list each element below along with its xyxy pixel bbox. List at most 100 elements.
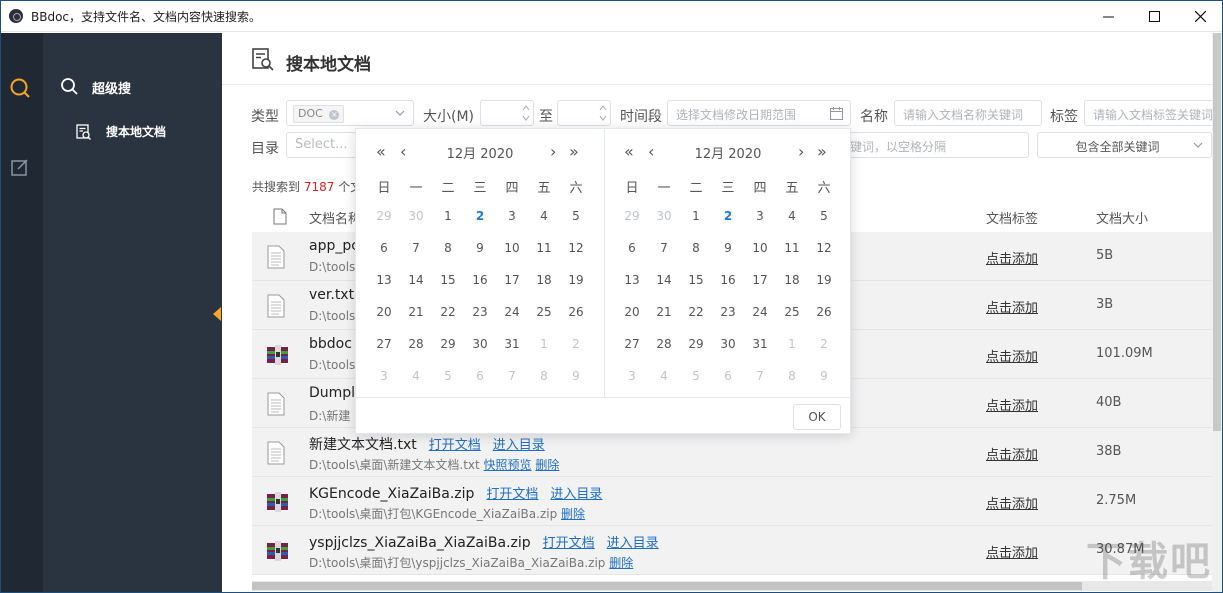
delete-link[interactable]: 删除	[535, 458, 559, 472]
vertical-scrollbar[interactable]	[1212, 33, 1222, 592]
stepper-icon[interactable]	[599, 104, 607, 122]
calendar-day[interactable]: 29	[680, 337, 712, 351]
calendar-day[interactable]: 7	[744, 369, 776, 383]
calendar-day[interactable]: 3	[744, 209, 776, 223]
open-document-link[interactable]: 打开文档	[543, 536, 595, 551]
calendar-day[interactable]: 19	[808, 273, 840, 287]
calendar-day[interactable]: 2	[464, 209, 496, 223]
calendar-day[interactable]: 5	[432, 369, 464, 383]
calendar-day[interactable]: 9	[464, 241, 496, 255]
stepper-icon[interactable]	[522, 104, 530, 122]
calendar-day[interactable]: 11	[528, 241, 560, 255]
calendar-day[interactable]: 1	[680, 209, 712, 223]
calendar-day[interactable]: 5	[560, 209, 592, 223]
calendar-day[interactable]: 15	[432, 273, 464, 287]
size-max-input[interactable]	[557, 100, 611, 126]
calendar-day[interactable]: 25	[528, 305, 560, 319]
name-input[interactable]: 请输入文档名称关键词	[894, 100, 1042, 126]
calendar-day[interactable]: 8	[776, 369, 808, 383]
calendar-day[interactable]: 28	[648, 337, 680, 351]
calendar-day[interactable]: 30	[464, 337, 496, 351]
calendar-day[interactable]: 7	[400, 241, 432, 255]
open-document-link[interactable]: 打开文档	[429, 438, 481, 453]
next-year-button[interactable]: »	[569, 142, 579, 161]
calendar-day[interactable]: 31	[744, 337, 776, 351]
calendar-day[interactable]: 24	[496, 305, 528, 319]
calendar-day[interactable]: 30	[648, 209, 680, 223]
snapshot-preview-link[interactable]: 快照预览	[484, 458, 532, 472]
calendar-day[interactable]: 8	[528, 369, 560, 383]
calendar-day[interactable]: 26	[808, 305, 840, 319]
calendar-day[interactable]: 2	[560, 337, 592, 351]
add-tag-link[interactable]: 点击添加	[986, 542, 1038, 561]
calendar-day[interactable]: 13	[368, 273, 400, 287]
keywords-input[interactable]: 键词，以空格分隔	[822, 132, 1029, 158]
calendar-day[interactable]: 9	[712, 241, 744, 255]
maximize-button[interactable]	[1131, 1, 1177, 32]
calendar-day[interactable]: 7	[496, 369, 528, 383]
calendar-day[interactable]: 1	[528, 337, 560, 351]
collapse-arrow-icon[interactable]	[213, 307, 221, 321]
calendar-day[interactable]: 18	[528, 273, 560, 287]
calendar-day[interactable]: 29	[432, 337, 464, 351]
calendar-day[interactable]: 16	[712, 273, 744, 287]
calendar-day[interactable]: 4	[528, 209, 560, 223]
calendar-day[interactable]: 31	[496, 337, 528, 351]
calendar-day[interactable]: 22	[432, 305, 464, 319]
calendar-day[interactable]: 2	[712, 209, 744, 223]
calendar-day[interactable]: 10	[744, 241, 776, 255]
calendar-day[interactable]: 3	[368, 369, 400, 383]
period-range-input[interactable]: 选择文档修改日期范围	[667, 100, 851, 126]
calendar-day[interactable]: 7	[648, 241, 680, 255]
table-row[interactable]: yspjjclzs_XiaZaiBa_XiaZaiBa.zip 打开文档 进入目录 D…	[252, 526, 1212, 575]
calendar-day[interactable]: 3	[616, 369, 648, 383]
open-folder-link[interactable]: 进入目录	[493, 438, 545, 453]
scrollbar-thumb[interactable]	[1213, 33, 1221, 431]
calendar-day[interactable]: 21	[648, 305, 680, 319]
calendar-day[interactable]: 21	[400, 305, 432, 319]
calendar-day[interactable]: 30	[400, 209, 432, 223]
table-row[interactable]: 新建文本文档.txt 打开文档 进入目录 D:\tools\桌面\新建文本文档.txt…	[252, 428, 1212, 477]
tag-input[interactable]: 请输入文档标签关键词	[1084, 100, 1212, 126]
sidebar-item-super-search[interactable]: 超级搜	[60, 77, 131, 97]
add-tag-link[interactable]: 点击添加	[986, 297, 1038, 316]
calendar-day[interactable]: 29	[616, 209, 648, 223]
calendar-day[interactable]: 17	[496, 273, 528, 287]
calendar-day[interactable]: 4	[648, 369, 680, 383]
calendar-day[interactable]: 26	[560, 305, 592, 319]
horizontal-scrollbar[interactable]	[252, 581, 1212, 591]
add-tag-link[interactable]: 点击添加	[986, 346, 1038, 365]
calendar-day[interactable]: 2	[808, 337, 840, 351]
open-folder-link[interactable]: 进入目录	[607, 536, 659, 551]
calendar-day[interactable]: 12	[808, 241, 840, 255]
calendar-day[interactable]: 10	[496, 241, 528, 255]
add-tag-link[interactable]: 点击添加	[986, 493, 1038, 512]
calendar-day[interactable]: 17	[744, 273, 776, 287]
calendar-day[interactable]: 3	[496, 209, 528, 223]
calendar-day[interactable]: 23	[712, 305, 744, 319]
calendar-day[interactable]: 1	[432, 209, 464, 223]
calendar-day[interactable]: 24	[744, 305, 776, 319]
calendar-day[interactable]: 23	[464, 305, 496, 319]
calendar-day[interactable]: 20	[616, 305, 648, 319]
open-folder-link[interactable]: 进入目录	[550, 487, 602, 502]
edit-nav-button[interactable]	[9, 156, 33, 180]
sidebar-item-local-docs[interactable]: 搜本地文档	[76, 123, 166, 140]
calendar-day[interactable]: 28	[400, 337, 432, 351]
calendar-day[interactable]: 6	[368, 241, 400, 255]
calendar-day[interactable]: 15	[680, 273, 712, 287]
calendar-day[interactable]: 14	[400, 273, 432, 287]
add-tag-link[interactable]: 点击添加	[986, 248, 1038, 267]
open-document-link[interactable]: 打开文档	[486, 487, 538, 502]
calendar-day[interactable]: 4	[400, 369, 432, 383]
calendar-day[interactable]: 18	[776, 273, 808, 287]
next-month-button[interactable]: ›	[550, 142, 556, 161]
calendar-day[interactable]: 27	[616, 337, 648, 351]
calendar-day[interactable]: 1	[776, 337, 808, 351]
next-year-button[interactable]: »	[817, 142, 827, 161]
dir-select[interactable]: Select...	[286, 132, 366, 158]
calendar-day[interactable]: 9	[560, 369, 592, 383]
calendar-day[interactable]: 6	[464, 369, 496, 383]
table-row[interactable]: KGEncode_XiaZaiBa.zip 打开文档 进入目录 D:\tools\桌面…	[252, 477, 1212, 526]
calendar-day[interactable]: 30	[712, 337, 744, 351]
